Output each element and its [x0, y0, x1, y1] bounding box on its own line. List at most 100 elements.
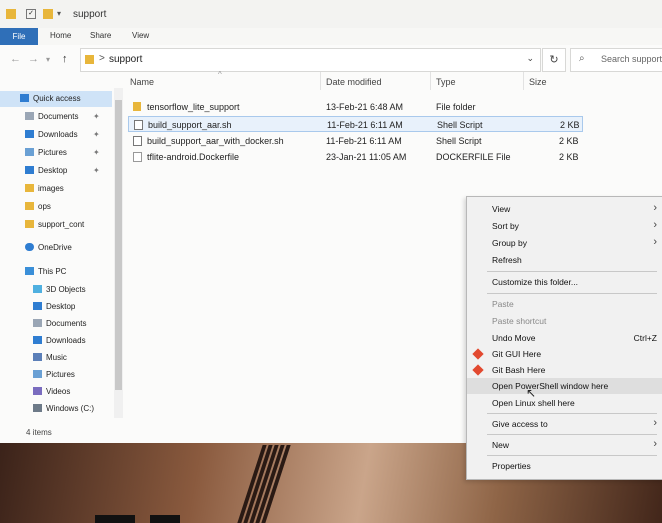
tab-home[interactable]: Home	[50, 31, 71, 40]
menu-item-undo-move[interactable]: Undo Move Ctrl+Z	[467, 330, 662, 346]
sidebar-item-documents-pc[interactable]: Documents	[33, 316, 86, 332]
script-icon	[133, 136, 142, 146]
menu-item-open-powershell[interactable]: Open PowerShell window here	[467, 378, 662, 394]
breadcrumb[interactable]: support	[109, 54, 142, 65]
sidebar-item-windows-c[interactable]: Windows (C:)	[33, 401, 94, 417]
sidebar-item-label: Quick access	[33, 94, 81, 103]
tab-share[interactable]: Share	[90, 31, 111, 40]
sidebar-item-ops[interactable]: ops	[25, 199, 51, 215]
refresh-button[interactable]: ↻	[542, 48, 566, 72]
desktop-icon	[33, 302, 42, 310]
sidebar-item-pictures[interactable]: Pictures	[25, 145, 67, 161]
sidebar-item-music[interactable]: Music	[33, 350, 67, 366]
sidebar-item-label: Desktop	[46, 302, 76, 311]
pin-icon[interactable]: ✦	[93, 148, 100, 157]
taskbar-fragment	[95, 515, 135, 523]
column-divider[interactable]	[523, 72, 524, 90]
search-input[interactable]: ⌕ Search support	[570, 48, 662, 72]
chevron-right-icon: ›	[653, 219, 657, 231]
new-folder-icon[interactable]	[43, 9, 53, 19]
sidebar-item-this-pc[interactable]: This PC	[25, 264, 66, 280]
pin-icon[interactable]: ✦	[93, 130, 100, 139]
menu-item-git-bash[interactable]: Git Bash Here	[467, 362, 662, 378]
drive-icon	[33, 404, 42, 412]
sidebar-item-label: Pictures	[38, 148, 67, 157]
menu-item-group-by[interactable]: Group by ›	[467, 235, 662, 251]
column-header-name[interactable]: Name	[130, 77, 154, 87]
star-icon	[20, 94, 29, 102]
file-date: 11-Feb-21 6:11 AM	[327, 120, 403, 130]
sidebar-item-desktop[interactable]: Desktop	[25, 163, 67, 179]
menu-item-paste[interactable]: Paste	[467, 296, 662, 312]
folder-icon	[25, 220, 34, 228]
sidebar-item-videos[interactable]: Videos	[33, 384, 70, 400]
sidebar-item-label: 3D Objects	[46, 285, 86, 294]
cube-icon	[33, 285, 42, 293]
sort-caret-icon: ^	[218, 70, 222, 79]
menu-divider	[487, 413, 657, 414]
menu-item-git-gui[interactable]: Git GUI Here	[467, 346, 662, 362]
menu-item-customize-folder[interactable]: Customize this folder...	[467, 274, 662, 290]
menu-divider	[487, 455, 657, 456]
menu-item-view[interactable]: View ›	[467, 201, 662, 217]
search-placeholder: Search support	[601, 54, 662, 64]
sidebar-item-label: Documents	[38, 112, 79, 121]
menu-shortcut: Ctrl+Z	[633, 333, 657, 343]
nav-scrollbar[interactable]	[114, 88, 123, 418]
menu-divider	[487, 271, 657, 272]
pin-icon[interactable]: ✦	[93, 166, 100, 175]
sidebar-item-label: images	[38, 184, 64, 193]
chevron-down-icon[interactable]: ▾	[57, 9, 67, 19]
git-icon	[472, 348, 484, 360]
file-row[interactable]: tflite-android.Dockerfile 23-Jan-21 11:0…	[128, 149, 583, 165]
up-arrow-icon[interactable]: ↑	[62, 53, 68, 65]
videos-icon	[33, 387, 42, 395]
folder-icon	[133, 102, 141, 111]
tab-file[interactable]: File	[0, 28, 38, 45]
address-bar[interactable]: > support ⌄	[80, 48, 541, 72]
column-header-type[interactable]: Type	[436, 77, 456, 87]
file-row[interactable]: tensorflow_lite_support 13-Feb-21 6:48 A…	[128, 99, 583, 115]
menu-item-properties[interactable]: Properties	[467, 458, 662, 474]
menu-item-paste-shortcut[interactable]: Paste shortcut	[467, 313, 662, 329]
back-arrow-icon[interactable]: ←	[10, 53, 21, 65]
file-type: Shell Script	[437, 120, 483, 130]
sidebar-item-pictures-pc[interactable]: Pictures	[33, 367, 75, 383]
address-row: ← → ▾ ↑ > support ⌄ ↻ ⌕ Search support	[0, 45, 662, 73]
file-row[interactable]: build_support_aar_with_docker.sh 11-Feb-…	[128, 133, 583, 149]
download-icon	[25, 130, 34, 138]
sidebar-item-quick-access[interactable]: Quick access	[0, 91, 112, 107]
column-header-date[interactable]: Date modified	[326, 77, 382, 87]
music-icon	[33, 353, 42, 361]
sidebar-item-label: Windows (C:)	[46, 404, 95, 413]
sidebar-item-onedrive[interactable]: OneDrive	[25, 240, 72, 256]
tab-view[interactable]: View	[132, 31, 149, 40]
ribbon-tabs: File Home Share View	[0, 28, 662, 46]
file-row[interactable]: build_support_aar.sh 11-Feb-21 6:11 AM S…	[128, 116, 583, 132]
sidebar-item-support-cont[interactable]: support_cont	[25, 217, 84, 233]
menu-item-refresh[interactable]: Refresh	[467, 252, 662, 268]
sidebar-item-images[interactable]: images	[25, 181, 64, 197]
menu-item-sort-by[interactable]: Sort by ›	[467, 218, 662, 234]
scrollbar-thumb[interactable]	[115, 100, 122, 390]
pin-icon[interactable]: ✦	[93, 112, 100, 121]
sidebar-item-3d-objects[interactable]: 3D Objects	[33, 282, 86, 298]
forward-arrow-icon[interactable]: →	[28, 53, 39, 65]
menu-item-new[interactable]: New ›	[467, 437, 662, 453]
sidebar-item-label: Downloads	[46, 336, 86, 345]
recent-chevron-icon[interactable]: ▾	[46, 55, 50, 64]
menu-item-give-access[interactable]: Give access to ›	[467, 416, 662, 432]
file-name: tflite-android.Dockerfile	[147, 152, 240, 162]
menu-item-open-linux-shell[interactable]: Open Linux shell here	[467, 395, 662, 411]
sidebar-item-label: Documents	[46, 319, 87, 328]
column-header-size[interactable]: Size	[529, 77, 547, 87]
sidebar-item-downloads-pc[interactable]: Downloads	[33, 333, 86, 349]
column-divider[interactable]	[320, 72, 321, 90]
sidebar-item-downloads[interactable]: Downloads	[25, 127, 78, 143]
file-date: 23-Jan-21 11:05 AM	[326, 152, 407, 162]
column-divider[interactable]	[430, 72, 431, 90]
chevron-down-icon[interactable]: ⌄	[526, 53, 534, 64]
sidebar-item-documents[interactable]: Documents	[25, 109, 78, 125]
properties-icon[interactable]: ✓	[26, 9, 36, 19]
sidebar-item-desktop-pc[interactable]: Desktop	[33, 299, 75, 315]
